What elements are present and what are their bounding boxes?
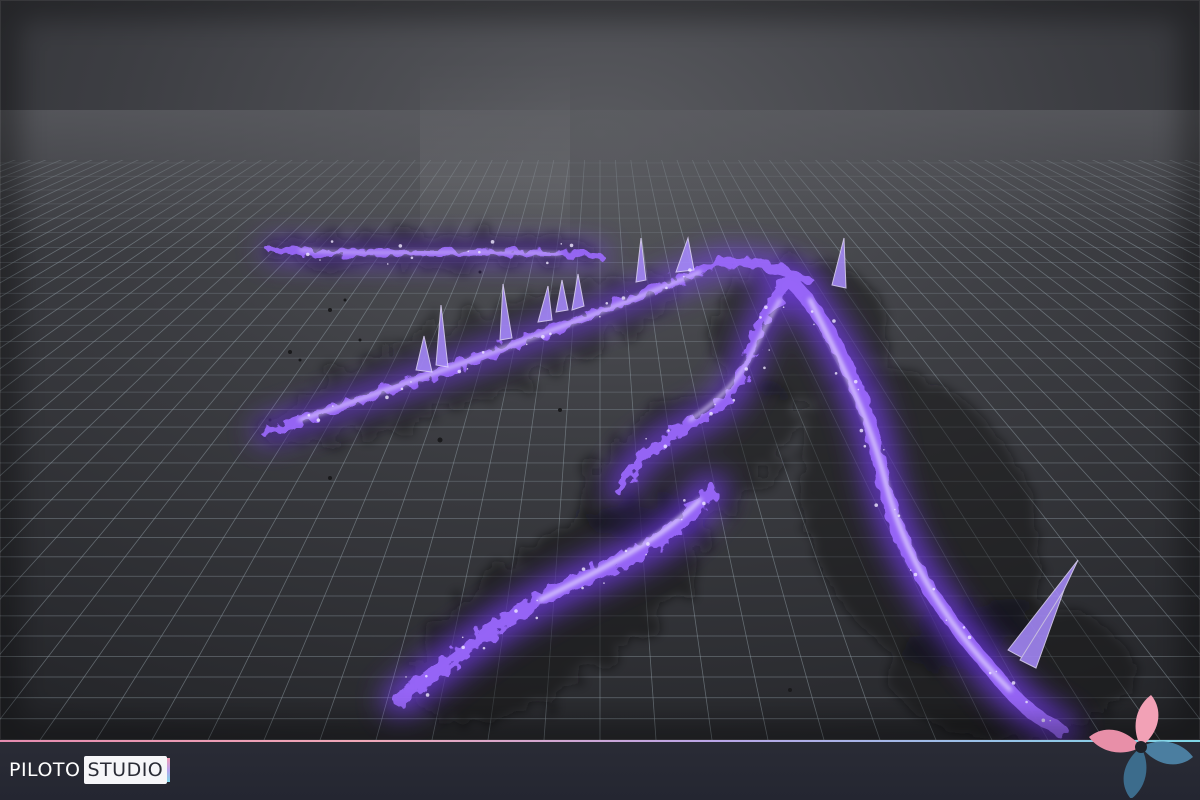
sparkle (967, 635, 972, 640)
sparkle (782, 306, 785, 309)
sparkle (732, 398, 736, 402)
sparkle (645, 553, 647, 556)
sparkle (560, 243, 563, 245)
sparkle (683, 499, 686, 502)
sparkle (410, 381, 412, 383)
sparkle (744, 367, 749, 371)
wordmark-part-2-box: STUDIO (83, 756, 171, 784)
sparkle (832, 319, 836, 323)
sparkle (400, 387, 404, 391)
sparkle (535, 616, 539, 620)
sparkle (525, 343, 528, 346)
sparkle (894, 508, 896, 511)
sparkle (859, 428, 864, 433)
sparkle (1025, 700, 1028, 704)
sparkle (995, 670, 998, 673)
sparkle (305, 252, 310, 257)
sparkle (605, 301, 609, 305)
sparkle (1011, 681, 1016, 685)
footer-accent-line (0, 740, 1200, 742)
sparkle (569, 243, 574, 248)
sparkle (863, 444, 867, 448)
sparkle (425, 674, 428, 678)
sparkle (490, 240, 495, 244)
sparkle (645, 437, 647, 440)
sparkle (461, 636, 464, 639)
sparkle (319, 259, 321, 261)
sparkle (536, 599, 538, 602)
sparkle (603, 582, 605, 584)
sparkle (425, 693, 430, 697)
sparkle (962, 626, 966, 629)
sparkle (764, 305, 768, 310)
sparkle (514, 609, 518, 613)
sparkle (461, 645, 465, 650)
horizon-fog (0, 110, 1200, 250)
sparkle (702, 501, 706, 506)
sparkle (457, 369, 462, 374)
sparkle (663, 444, 668, 449)
sparkle (398, 244, 403, 248)
viewport-scene (0, 0, 1200, 740)
sparkle (883, 448, 885, 451)
sparkle (988, 671, 992, 675)
sparkle (874, 503, 879, 507)
sparkle (932, 587, 936, 591)
sparkle (599, 315, 601, 318)
sparkle (913, 572, 918, 577)
sparkle (945, 619, 948, 621)
sparkle (813, 323, 815, 326)
sparkle (581, 586, 584, 590)
sparkle (834, 372, 838, 375)
sparkle (330, 240, 334, 243)
brand-footer-bar (0, 740, 1200, 800)
sparkle (466, 368, 469, 370)
sparkle (759, 316, 762, 319)
sparkle (665, 286, 668, 290)
sparkle (810, 310, 814, 313)
sparkle (857, 388, 860, 391)
sparkle (307, 413, 311, 417)
wordmark-part-1: PILOTO (9, 759, 81, 781)
sparkle (410, 256, 414, 260)
sparkle (467, 250, 470, 253)
sparkle (897, 514, 901, 518)
sparkle (714, 403, 716, 406)
sparkle (386, 263, 389, 265)
sparkle (667, 429, 670, 432)
sparkle (478, 250, 481, 254)
sparkle (541, 334, 545, 339)
screenshot-frame: PILOTO STUDIO (0, 0, 1200, 800)
sparkle (646, 542, 650, 546)
sparkle (763, 366, 766, 370)
sparkle (624, 549, 628, 553)
sparkle (680, 518, 683, 521)
light-pillar (420, 60, 570, 260)
pinwheel-icon (1089, 695, 1193, 798)
wordmark-part-2: STUDIO (87, 759, 164, 781)
sparkle (332, 405, 334, 407)
sparkle (546, 261, 549, 265)
sparkle (709, 411, 713, 416)
sparkle (688, 268, 692, 272)
sparkle (621, 296, 626, 300)
sparkle (853, 379, 858, 384)
sparkle (481, 351, 485, 354)
sparkle (549, 332, 552, 336)
sparkle (405, 676, 407, 678)
sparkle (909, 569, 912, 571)
sparkle (316, 418, 321, 422)
sparkle (581, 567, 586, 571)
sparkle (385, 395, 389, 400)
sparkle (682, 275, 685, 278)
brand-wordmark: PILOTO STUDIO (9, 754, 171, 786)
sparkle (482, 646, 486, 650)
sparkle (768, 349, 771, 351)
